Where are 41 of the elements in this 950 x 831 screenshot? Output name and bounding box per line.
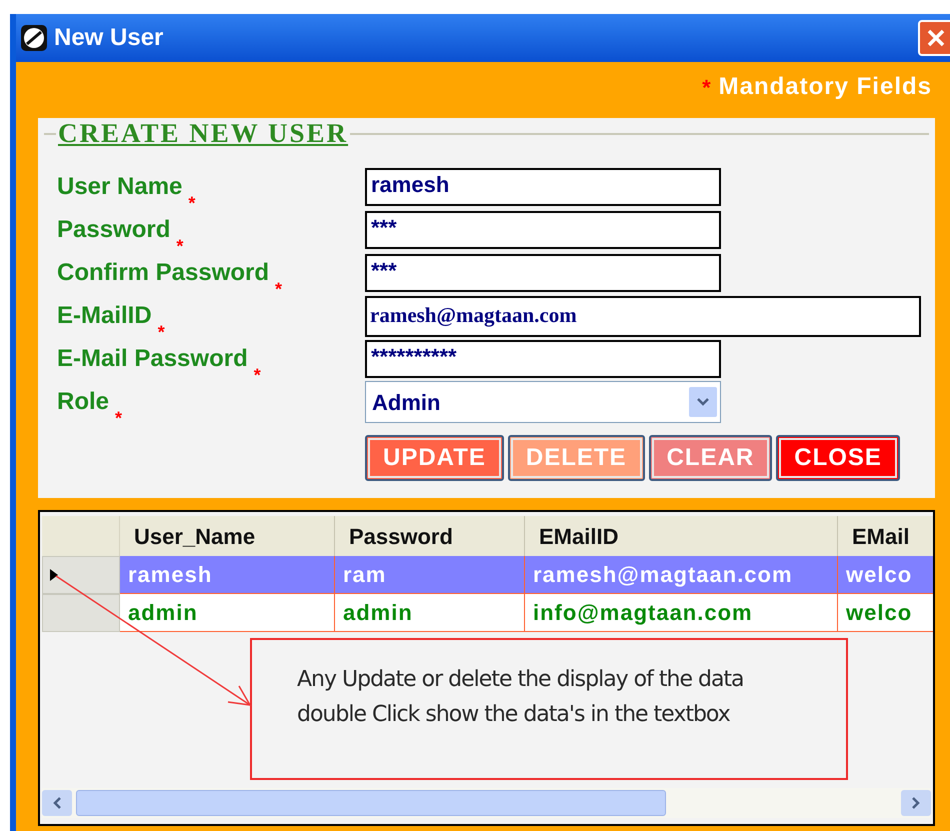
scroll-thumb[interactable] xyxy=(76,790,666,816)
field-label: E-MailID xyxy=(57,301,152,331)
callout-text: Any Update or delete the display of the data double Click show the data's in the textbox xyxy=(297,666,745,729)
table-cell: admin xyxy=(335,594,525,632)
mandatory-note: Mandatory Fields xyxy=(718,72,932,102)
field-label: Confirm Password xyxy=(57,258,270,288)
required-marker: * xyxy=(254,364,261,387)
close-button[interactable] xyxy=(918,20,950,56)
input-field[interactable]: ramesh xyxy=(365,168,721,206)
table-cell: welco xyxy=(838,556,933,594)
table-cell: admin xyxy=(120,594,335,632)
row-pointer-icon xyxy=(49,568,59,582)
input-field[interactable]: *** xyxy=(365,254,721,292)
table-cell: welco xyxy=(838,594,933,632)
app-icon xyxy=(20,24,48,52)
table-cell: ramesh xyxy=(120,556,335,594)
required-marker: * xyxy=(176,235,184,258)
table-cell: ram xyxy=(335,556,525,594)
field-label: Password xyxy=(57,215,170,245)
row-header-cell[interactable] xyxy=(42,594,120,632)
horizontal-scrollbar[interactable] xyxy=(42,788,931,818)
field-label: E-Mail Password xyxy=(57,344,248,374)
table-cell: info@magtaan.com xyxy=(525,594,838,632)
close-icon xyxy=(926,28,946,48)
input-field[interactable]: *** xyxy=(365,211,721,249)
required-marker: * xyxy=(158,321,165,344)
required-marker: * xyxy=(702,74,711,102)
required-marker: * xyxy=(275,278,282,301)
role-dropdown[interactable]: Admin xyxy=(365,381,721,423)
input-field[interactable]: ********** xyxy=(365,340,721,378)
row-header-cell[interactable] xyxy=(42,556,120,594)
field-label: User Name xyxy=(57,172,182,202)
required-marker: * xyxy=(188,192,196,215)
table-cell: ramesh@magtaan.com xyxy=(525,556,838,594)
scroll-right-icon[interactable] xyxy=(901,790,931,816)
action-button[interactable]: CLOSE xyxy=(776,435,900,481)
input-field[interactable]: ramesh@magtaan.com xyxy=(365,296,921,336)
required-marker: * xyxy=(115,407,122,430)
scroll-left-icon[interactable] xyxy=(42,790,72,816)
window-title: New User xyxy=(54,23,164,53)
field-label: Role xyxy=(57,387,110,417)
